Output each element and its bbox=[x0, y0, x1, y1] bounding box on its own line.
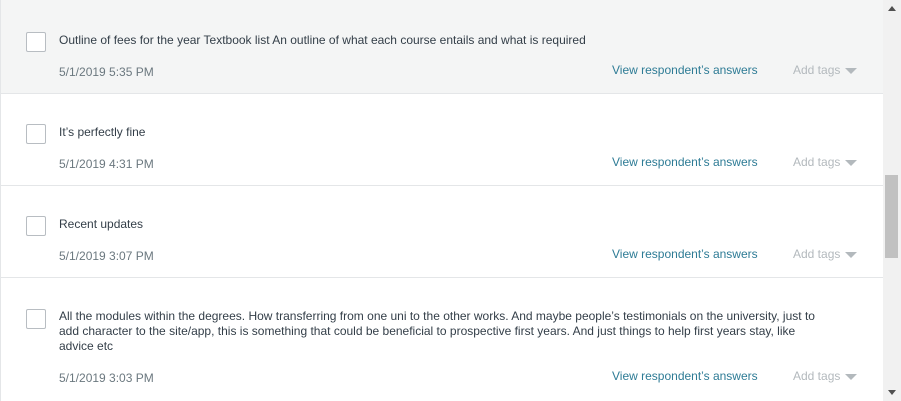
response-date: 5/1/2019 3:03 PM bbox=[59, 371, 154, 385]
add-tags-label: Add tags bbox=[793, 155, 841, 169]
add-tags-dropdown[interactable]: Add tags bbox=[793, 247, 858, 261]
response-checkbox[interactable] bbox=[26, 309, 46, 329]
response-checkbox[interactable] bbox=[26, 32, 46, 52]
response-row: All the modules within the degrees. How … bbox=[1, 278, 883, 401]
response-text: Recent updates bbox=[59, 217, 144, 231]
response-text: All the modules within the degrees. How … bbox=[59, 309, 815, 353]
response-checkbox[interactable] bbox=[26, 216, 46, 236]
response-row: It’s perfectly fine 5/1/2019 4:31 PM Vie… bbox=[1, 94, 883, 186]
add-tags-label: Add tags bbox=[793, 369, 841, 383]
caret-down-icon bbox=[845, 251, 858, 258]
view-respondent-answers-link[interactable]: View respondent’s answers bbox=[612, 63, 758, 77]
response-checkbox[interactable] bbox=[26, 124, 46, 144]
response-row: Outline of fees for the year Textbook li… bbox=[1, 0, 883, 94]
response-row: Recent updates 5/1/2019 3:07 PM View res… bbox=[1, 186, 883, 278]
add-tags-dropdown[interactable]: Add tags bbox=[793, 63, 858, 77]
caret-down-icon bbox=[845, 67, 858, 74]
add-tags-label: Add tags bbox=[793, 247, 841, 261]
view-respondent-answers-link[interactable]: View respondent’s answers bbox=[612, 155, 758, 169]
response-list: Outline of fees for the year Textbook li… bbox=[0, 0, 883, 401]
response-date: 5/1/2019 5:35 PM bbox=[59, 65, 154, 79]
scroll-down-arrow-icon[interactable] bbox=[888, 390, 896, 395]
view-respondent-answers-link[interactable]: View respondent’s answers bbox=[612, 247, 758, 261]
vertical-scrollbar[interactable] bbox=[883, 0, 901, 401]
add-tags-dropdown[interactable]: Add tags bbox=[793, 155, 858, 169]
scrollbar-thumb[interactable] bbox=[885, 175, 898, 258]
response-date: 5/1/2019 4:31 PM bbox=[59, 157, 154, 171]
response-text: It’s perfectly fine bbox=[59, 125, 146, 139]
caret-down-icon bbox=[845, 373, 858, 380]
add-tags-dropdown[interactable]: Add tags bbox=[793, 369, 858, 383]
view-respondent-answers-link[interactable]: View respondent’s answers bbox=[612, 369, 758, 383]
scroll-up-arrow-icon[interactable] bbox=[888, 6, 896, 11]
add-tags-label: Add tags bbox=[793, 63, 841, 77]
response-text: Outline of fees for the year Textbook li… bbox=[59, 33, 586, 47]
response-date: 5/1/2019 3:07 PM bbox=[59, 249, 154, 263]
caret-down-icon bbox=[845, 159, 858, 166]
